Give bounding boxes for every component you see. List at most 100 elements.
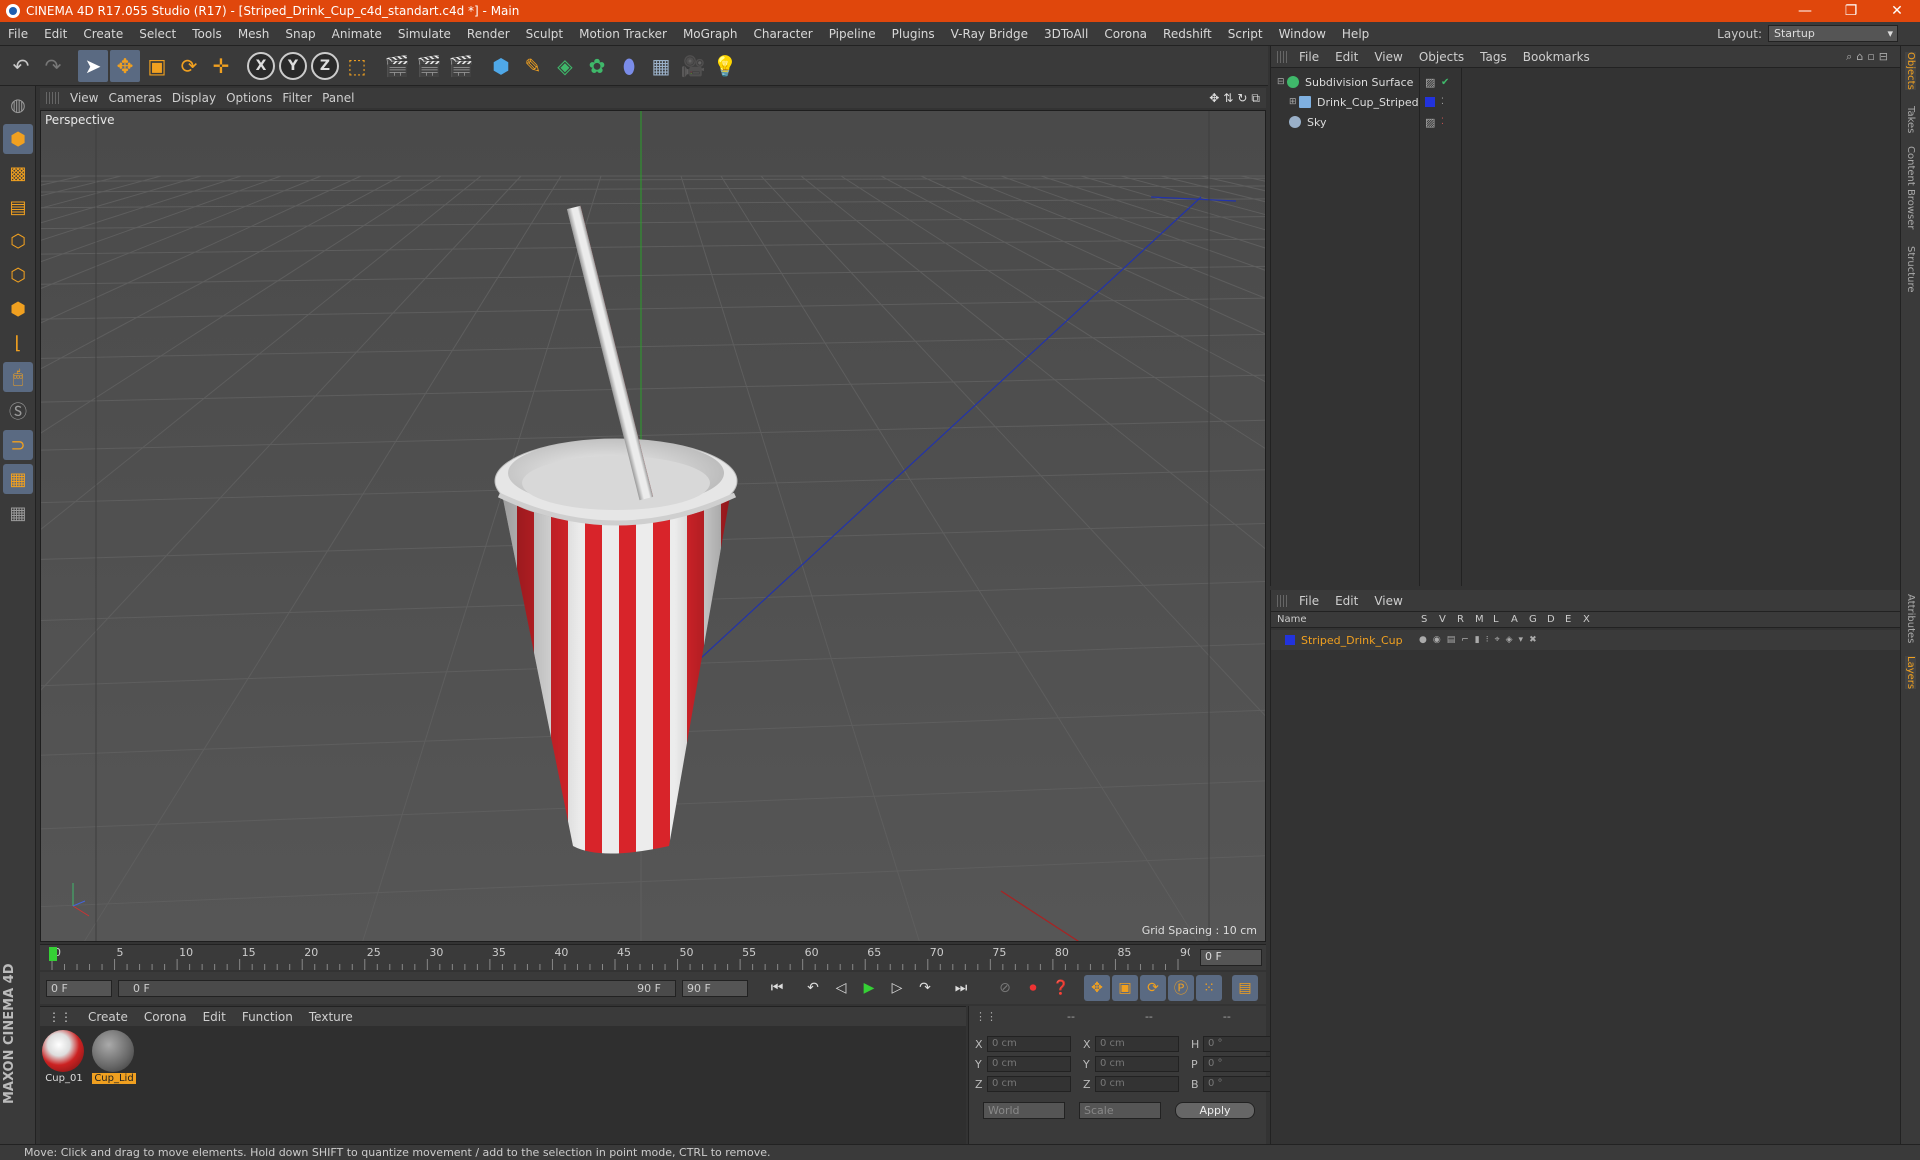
menu-select[interactable]: Select xyxy=(131,27,184,41)
layers-menu-file[interactable]: File xyxy=(1291,594,1327,608)
go-to-next-key-button[interactable]: ↷ xyxy=(912,975,938,1001)
menu-animate[interactable]: Animate xyxy=(324,27,390,41)
tab-takes[interactable]: Takes xyxy=(1905,106,1916,133)
scale-tool-button[interactable]: ▣ xyxy=(142,50,172,82)
objects-menu-file[interactable]: File xyxy=(1291,50,1327,64)
floor-button[interactable]: ▦ xyxy=(646,50,676,82)
viewport-menu-filter[interactable]: Filter xyxy=(282,91,322,105)
size-mode-select[interactable]: Scale xyxy=(1079,1102,1161,1119)
maximize-button[interactable]: ❐ xyxy=(1828,3,1874,19)
frame-range-slider[interactable]: 0 F 90 F xyxy=(118,979,676,997)
move-tool-button[interactable]: ✥ xyxy=(110,49,140,82)
layer-toggle-icons[interactable]: ●◉▤⌐▮⁝⌖◈▾✖ xyxy=(1419,635,1543,645)
material-menu-texture[interactable]: Texture xyxy=(301,1010,361,1024)
record-disabled-button[interactable]: ⊘ xyxy=(992,975,1018,1001)
objects-menu-bookmarks[interactable]: Bookmarks xyxy=(1515,50,1598,64)
viewport-menu-panel[interactable]: Panel xyxy=(322,91,364,105)
layer-col-m[interactable]: M xyxy=(1475,614,1493,625)
snap-button[interactable]: Ⓢ xyxy=(3,396,33,426)
go-to-next-frame-button[interactable]: ▷ xyxy=(884,975,910,1001)
menu-mograph[interactable]: MoGraph xyxy=(675,27,746,41)
viewport-menu-view[interactable]: View xyxy=(70,91,108,105)
coordinate-mode-select[interactable]: World xyxy=(983,1102,1065,1119)
workplane-mode-button[interactable]: ▤ xyxy=(3,192,33,222)
objects-menu-view[interactable]: View xyxy=(1366,50,1410,64)
layer-col-e[interactable]: E xyxy=(1565,614,1583,625)
x-axis-button[interactable]: X xyxy=(246,50,276,82)
objects-menu-edit[interactable]: Edit xyxy=(1327,50,1366,64)
visibility-dots-icon[interactable]: ⁚ xyxy=(1441,97,1444,107)
rotate-tool-button[interactable]: ⟳ xyxy=(174,50,204,82)
menu-motion-tracker[interactable]: Motion Tracker xyxy=(571,27,675,41)
points-mode-button[interactable]: ⬡ xyxy=(3,226,33,256)
menu-simulate[interactable]: Simulate xyxy=(390,27,459,41)
model-mode-button[interactable]: ⬢ xyxy=(3,124,33,154)
menu-3dtoall[interactable]: 3DToAll xyxy=(1036,27,1096,41)
undo-button[interactable]: ↶ xyxy=(6,50,36,82)
position-y-field[interactable]: 0 cm xyxy=(987,1056,1071,1072)
go-to-start-button[interactable]: ⏮ xyxy=(764,975,790,1001)
objects-menu-tags[interactable]: Tags xyxy=(1472,50,1515,64)
layer-col-a[interactable]: A xyxy=(1511,614,1529,625)
layers-menu-edit[interactable]: Edit xyxy=(1327,594,1366,608)
material-menu-create[interactable]: Create xyxy=(80,1010,136,1024)
render-view-button[interactable]: 🎬 xyxy=(382,50,412,82)
tab-layers[interactable]: Layers xyxy=(1905,656,1916,690)
size-x-field[interactable]: 0 cm xyxy=(1095,1036,1179,1052)
rotation-b-field[interactable]: 0 ° xyxy=(1203,1076,1277,1092)
enabled-check-icon[interactable]: ✔ xyxy=(1441,77,1449,88)
magnet-button[interactable]: ⊃ xyxy=(3,430,33,460)
object-row-subdivision-surface[interactable]: ⊟ Subdivision Surface ▨ ✔ xyxy=(1271,72,1901,92)
menu-sculpt[interactable]: Sculpt xyxy=(518,27,571,41)
edit-toggle-icon[interactable]: ▨ xyxy=(1425,116,1435,129)
viewport-menu-cameras[interactable]: Cameras xyxy=(108,91,171,105)
layer-col-l[interactable]: L xyxy=(1493,614,1511,625)
menu-file[interactable]: File xyxy=(0,27,36,41)
cube-button[interactable]: ⬢ xyxy=(486,50,516,82)
position-x-field[interactable]: 0 cm xyxy=(987,1036,1071,1052)
menu-vray-bridge[interactable]: V-Ray Bridge xyxy=(943,27,1036,41)
material-menu-corona[interactable]: Corona xyxy=(136,1010,195,1024)
menu-snap[interactable]: Snap xyxy=(277,27,323,41)
material-swatch[interactable]: Cup_Lid xyxy=(92,1030,136,1084)
orbit-icon[interactable]: ↻ xyxy=(1237,91,1247,106)
object-row-sky[interactable]: Sky ▨ ⁚ xyxy=(1271,112,1901,132)
workplane-lock-button[interactable]: ▦ xyxy=(3,464,33,494)
go-to-prev-frame-button[interactable]: ◁ xyxy=(828,975,854,1001)
make-editable-button[interactable]: ◍ xyxy=(3,90,33,120)
z-axis-button[interactable]: Z xyxy=(310,50,340,82)
size-z-field[interactable]: 0 cm xyxy=(1095,1076,1179,1092)
go-to-end-button[interactable]: ⏭ xyxy=(948,975,974,1001)
live-selection-button[interactable]: ➤ xyxy=(78,49,108,82)
menu-script[interactable]: Script xyxy=(1220,27,1271,41)
render-settings-button[interactable]: 🎬 xyxy=(446,50,476,82)
key-pla-button[interactable]: ⁙ xyxy=(1196,975,1222,1001)
tweak-mode-button[interactable]: 🖱 xyxy=(3,362,33,392)
timeline-ruler[interactable]: 051015202530354045505560657075808590 0 F xyxy=(40,944,1266,970)
perspective-viewport[interactable]: Perspective Grid Spacing : 10 cm xyxy=(40,110,1266,942)
layer-color-swatch[interactable] xyxy=(1425,97,1435,107)
end-frame-field[interactable]: 90 F xyxy=(682,979,748,997)
deformer-button[interactable]: ⬮ xyxy=(614,50,644,82)
size-y-field[interactable]: 0 cm xyxy=(1095,1056,1179,1072)
material-swatch[interactable]: Cup_01 xyxy=(42,1030,86,1084)
tab-objects[interactable]: Objects xyxy=(1905,52,1916,90)
layout-select[interactable]: Startup xyxy=(1768,25,1898,42)
mograph-cloner-button[interactable]: ✿ xyxy=(582,50,612,82)
current-frame-field[interactable]: 0 F xyxy=(1200,949,1262,966)
play-button[interactable]: ▶ xyxy=(856,975,882,1001)
axis-mode-button[interactable]: ⌊ xyxy=(3,328,33,358)
rotation-p-field[interactable]: 0 ° xyxy=(1203,1056,1277,1072)
key-scale-button[interactable]: ▣ xyxy=(1112,975,1138,1001)
polygons-mode-button[interactable]: ⬢ xyxy=(3,294,33,324)
objects-menu-objects[interactable]: Objects xyxy=(1411,50,1472,64)
objects-search-home-icons[interactable]: ⌕⌂▫⊟ xyxy=(1846,50,1892,64)
tab-structure[interactable]: Structure xyxy=(1905,246,1916,293)
autokey-button[interactable]: ❓ xyxy=(1048,975,1074,1001)
object-row-drink-cup-striped[interactable]: ⊞ Drink_Cup_Striped ⁚ xyxy=(1271,92,1901,112)
tab-content-browser[interactable]: Content Browser xyxy=(1905,146,1916,229)
texture-mode-button[interactable]: ▩ xyxy=(3,158,33,188)
layer-col-s[interactable]: S xyxy=(1421,614,1439,625)
menu-character[interactable]: Character xyxy=(745,27,820,41)
dolly-icon[interactable]: ⇅ xyxy=(1223,91,1233,106)
